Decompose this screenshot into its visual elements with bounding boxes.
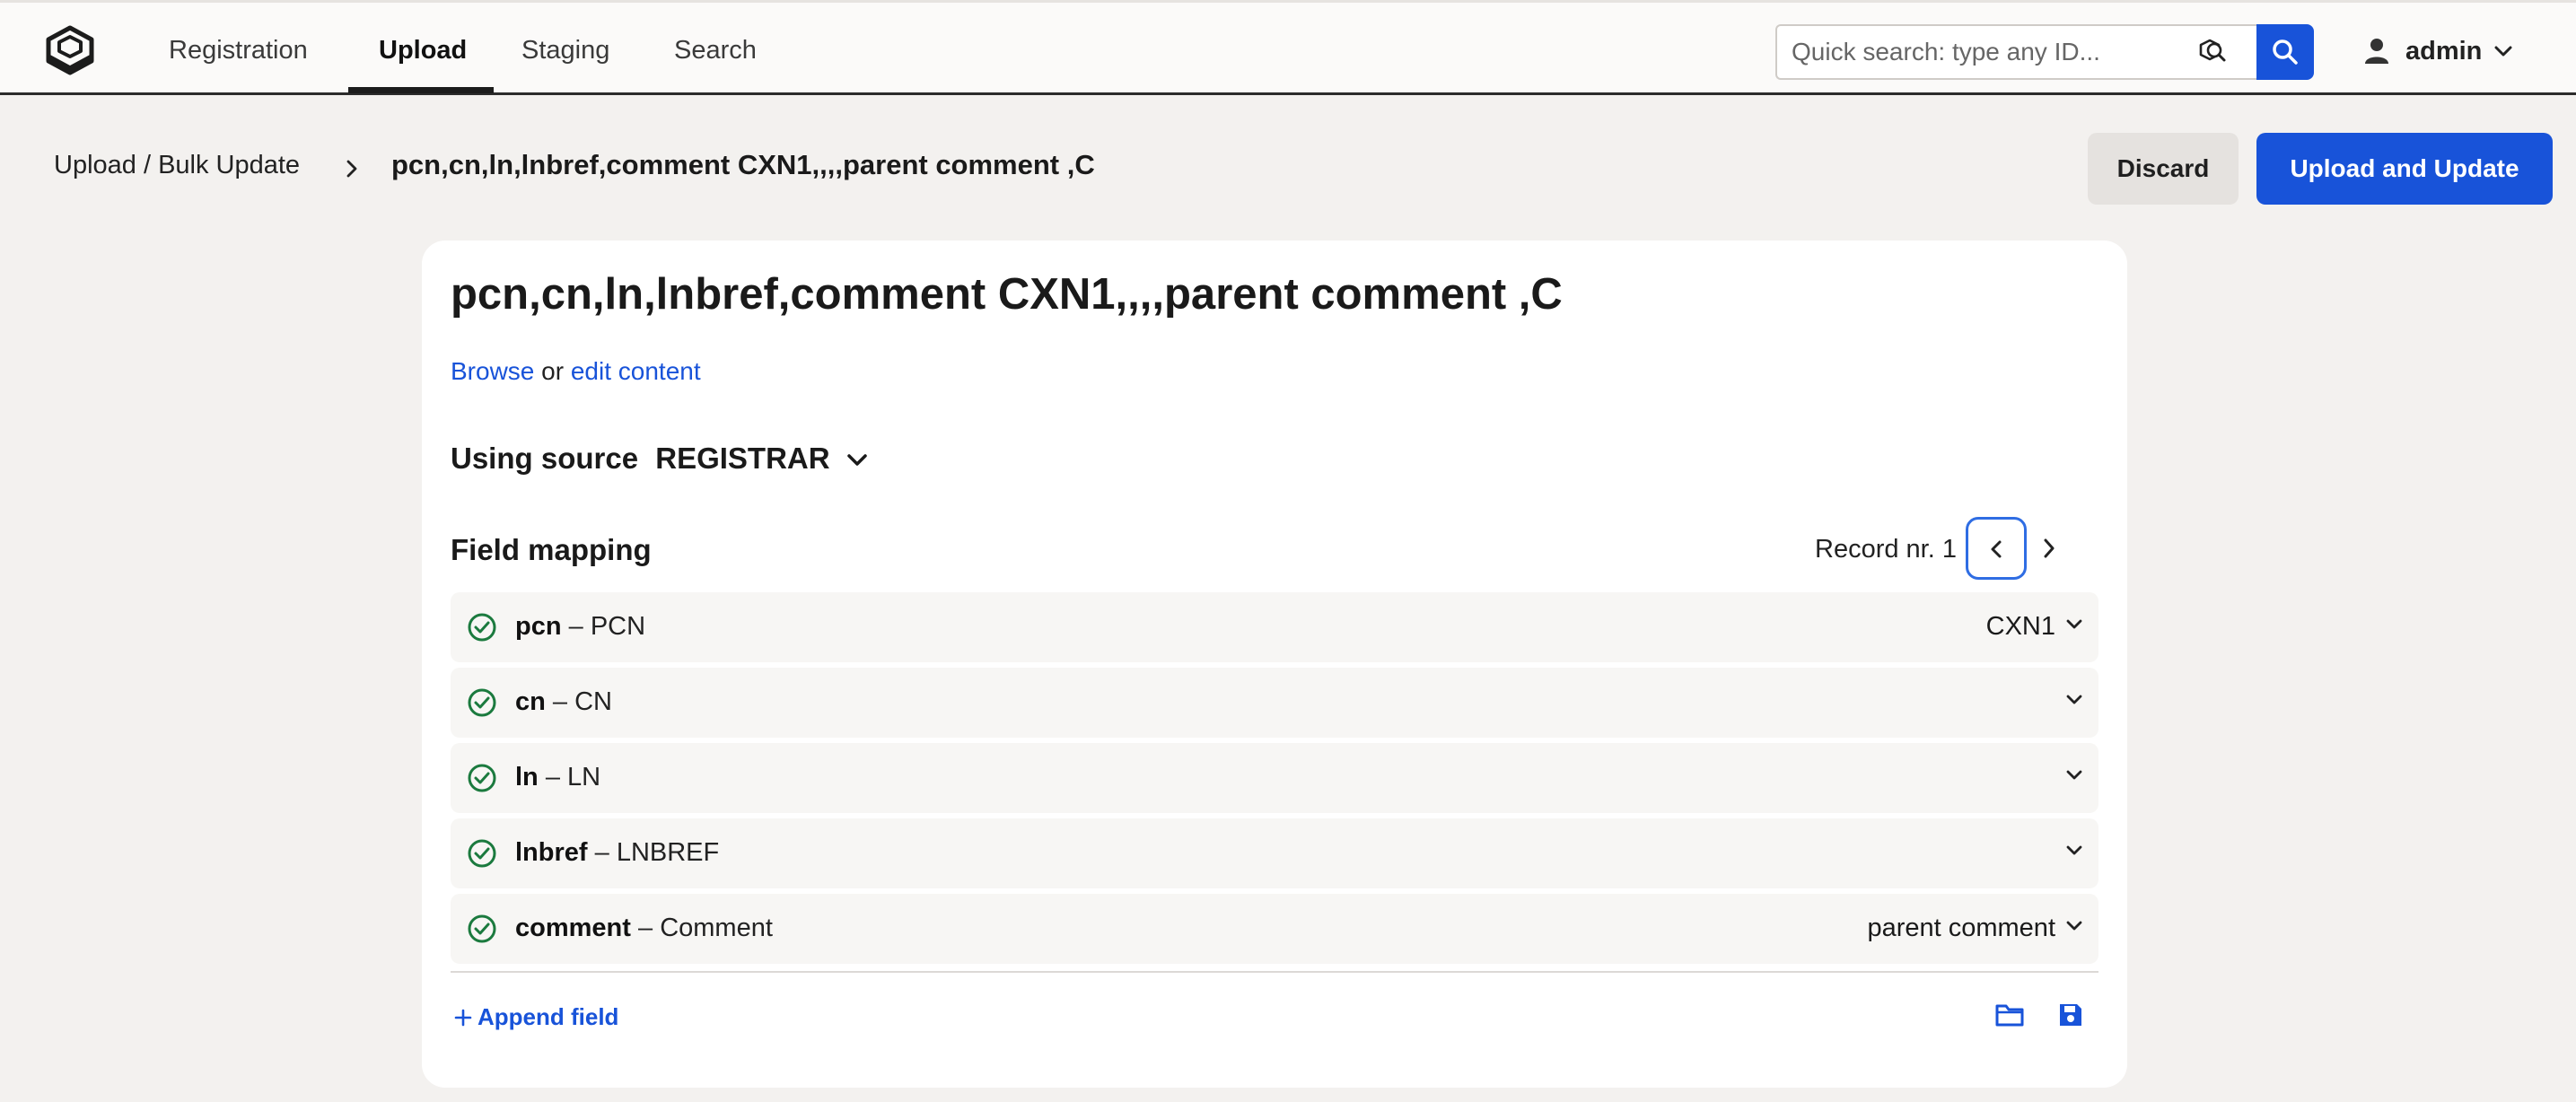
source-value: REGISTRAR [655, 442, 830, 475]
quick-search-box [1775, 24, 2258, 80]
tab-upload[interactable]: Upload [379, 3, 467, 95]
check-circle-icon [468, 839, 496, 868]
plus-icon [454, 1009, 472, 1027]
record-number: Record nr. 1 [1815, 535, 1957, 564]
discard-button[interactable]: Discard [2088, 133, 2239, 205]
field-name: LN [567, 763, 601, 792]
source-label: Using source [451, 442, 639, 475]
field-key: lnbref [515, 838, 588, 867]
field-name: Comment [660, 914, 773, 942]
breadcrumb-current: pcn,cn,ln,lnbref,comment CXN1,,,,parent … [391, 149, 1095, 180]
field-label: comment – Comment [515, 914, 773, 943]
chevron-right-icon [346, 160, 357, 178]
chevron-left-icon [1991, 540, 2002, 558]
chevron-down-icon [2494, 46, 2512, 57]
field-row-comment[interactable]: comment – Comment parent comment [451, 894, 2098, 964]
chevron-down-icon[interactable] [2064, 693, 2084, 707]
field-mapping-title: Field mapping [451, 533, 652, 566]
divider [451, 971, 2098, 973]
upload-card: pcn,cn,ln,lnbref,comment CXN1,,,,parent … [422, 241, 2127, 1088]
chevron-down-icon [847, 454, 867, 467]
chevron-down-icon[interactable] [2064, 919, 2084, 933]
breadcrumb-parent-link[interactable]: Upload / Bulk Update [54, 151, 300, 180]
field-separator: – [545, 763, 560, 792]
field-separator: – [568, 612, 583, 641]
top-navigation-bar: Registration Upload Staging Search admin [0, 0, 2576, 95]
structure-search-icon[interactable] [2195, 37, 2228, 69]
tab-search[interactable]: Search [674, 3, 757, 95]
browse-link[interactable]: Browse [451, 357, 534, 385]
content-links: Browse or edit content [451, 357, 701, 386]
tab-staging[interactable]: Staging [521, 3, 609, 95]
search-icon [2273, 39, 2298, 65]
field-row-pcn[interactable]: pcn – PCN CXN1 [451, 592, 2098, 662]
chevron-down-icon[interactable] [2064, 768, 2084, 783]
field-value: parent comment [1867, 914, 2055, 942]
source-selector[interactable]: Using source REGISTRAR [451, 442, 869, 476]
field-label: pcn – PCN [515, 612, 645, 642]
chevron-down-icon[interactable] [2064, 844, 2084, 858]
field-value: CXN1 [1985, 612, 2055, 641]
or-text: or [541, 357, 565, 385]
search-button[interactable] [2256, 24, 2314, 80]
field-row-cn[interactable]: cn – CN [451, 668, 2098, 738]
check-circle-icon [468, 764, 496, 792]
field-key: cn [515, 687, 546, 716]
field-name: CN [574, 687, 612, 716]
field-separator: – [552, 687, 568, 716]
field-row-ln[interactable]: ln – LN [451, 743, 2098, 813]
field-name: PCN [590, 612, 646, 641]
previous-record-button[interactable] [1966, 517, 2027, 580]
append-field-button[interactable]: Append field [454, 1003, 618, 1031]
check-circle-icon [468, 613, 496, 642]
field-label: lnbref – LNBREF [515, 838, 719, 868]
upload-and-update-button[interactable]: Upload and Update [2256, 133, 2553, 205]
check-circle-icon [468, 914, 496, 943]
next-record-button[interactable] [2037, 537, 2061, 560]
edit-content-link[interactable]: edit content [571, 357, 701, 385]
save-icon[interactable] [2057, 1001, 2084, 1028]
page-title: pcn,cn,ln,lnbref,comment CXN1,,,,parent … [451, 270, 1563, 319]
check-circle-icon [468, 688, 496, 717]
field-key: comment [515, 914, 631, 942]
app-logo-icon[interactable] [43, 24, 97, 76]
user-name: admin [2405, 37, 2483, 66]
field-label: cn – CN [515, 687, 612, 717]
active-tab-indicator [348, 87, 494, 93]
append-field-label: Append field [478, 1003, 619, 1030]
user-icon [2365, 39, 2388, 64]
field-key: pcn [515, 612, 562, 641]
field-row-lnbref[interactable]: lnbref – LNBREF [451, 818, 2098, 888]
field-label: ln – LN [515, 763, 600, 792]
folder-icon[interactable] [1994, 1001, 2025, 1028]
field-name: LNBREF [616, 838, 720, 867]
quick-search-input[interactable] [1792, 26, 2177, 78]
chevron-down-icon[interactable] [2064, 617, 2084, 632]
field-separator: – [637, 914, 653, 942]
field-separator: – [594, 838, 609, 867]
tab-registration[interactable]: Registration [169, 3, 308, 95]
field-key: ln [515, 763, 539, 792]
